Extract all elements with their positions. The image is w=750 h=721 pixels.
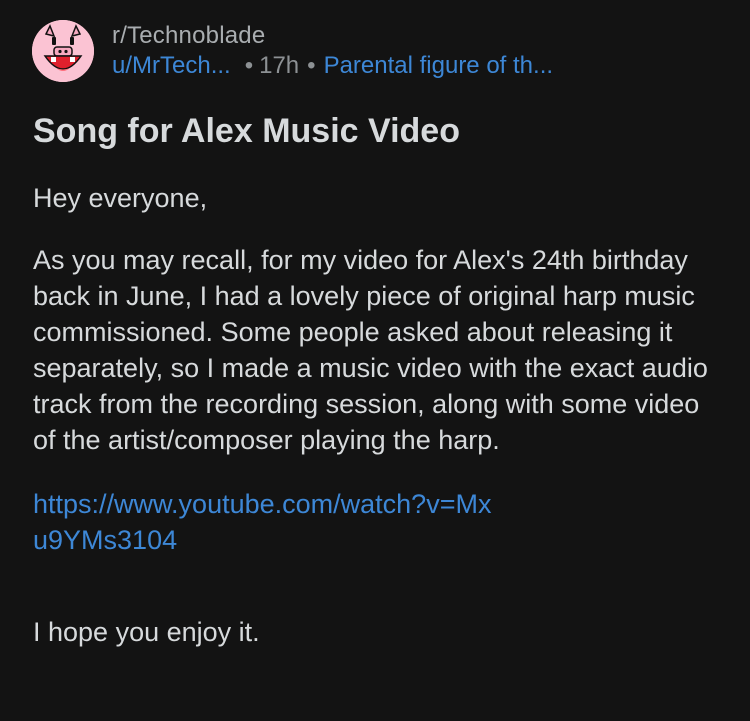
body-paragraph: As you may recall, for my video for Alex… [33,245,708,455]
body-closing: I hope you enjoy it. [33,617,260,647]
post-header: r/Technoblade u/MrTech... • 17h • Parental f… [32,18,732,82]
post-body: Hey everyone, As you may recall, for my … [33,180,723,650]
post-meta: u/MrTech... • 17h • Parental figure of th... [112,52,553,80]
pig-avatar-icon[interactable] [32,20,94,82]
subreddit-name[interactable]: r/Technoblade [112,22,265,50]
youtube-link[interactable]: https://www.youtube.com/watch?v=Mxu9YMs3… [33,486,503,558]
meta-separator-2: • [307,52,316,79]
meta-separator: • [244,52,254,79]
body-greeting: Hey everyone, [33,183,208,213]
post-title: Song for Alex Music Video [33,112,460,150]
post-age: 17h [259,52,300,79]
body-link-paragraph: https://www.youtube.com/watch?v=Mxu9YMs3… [33,486,723,558]
user-flair[interactable]: Parental figure of th... [324,52,553,79]
author-username[interactable]: u/MrTech... [112,52,231,79]
